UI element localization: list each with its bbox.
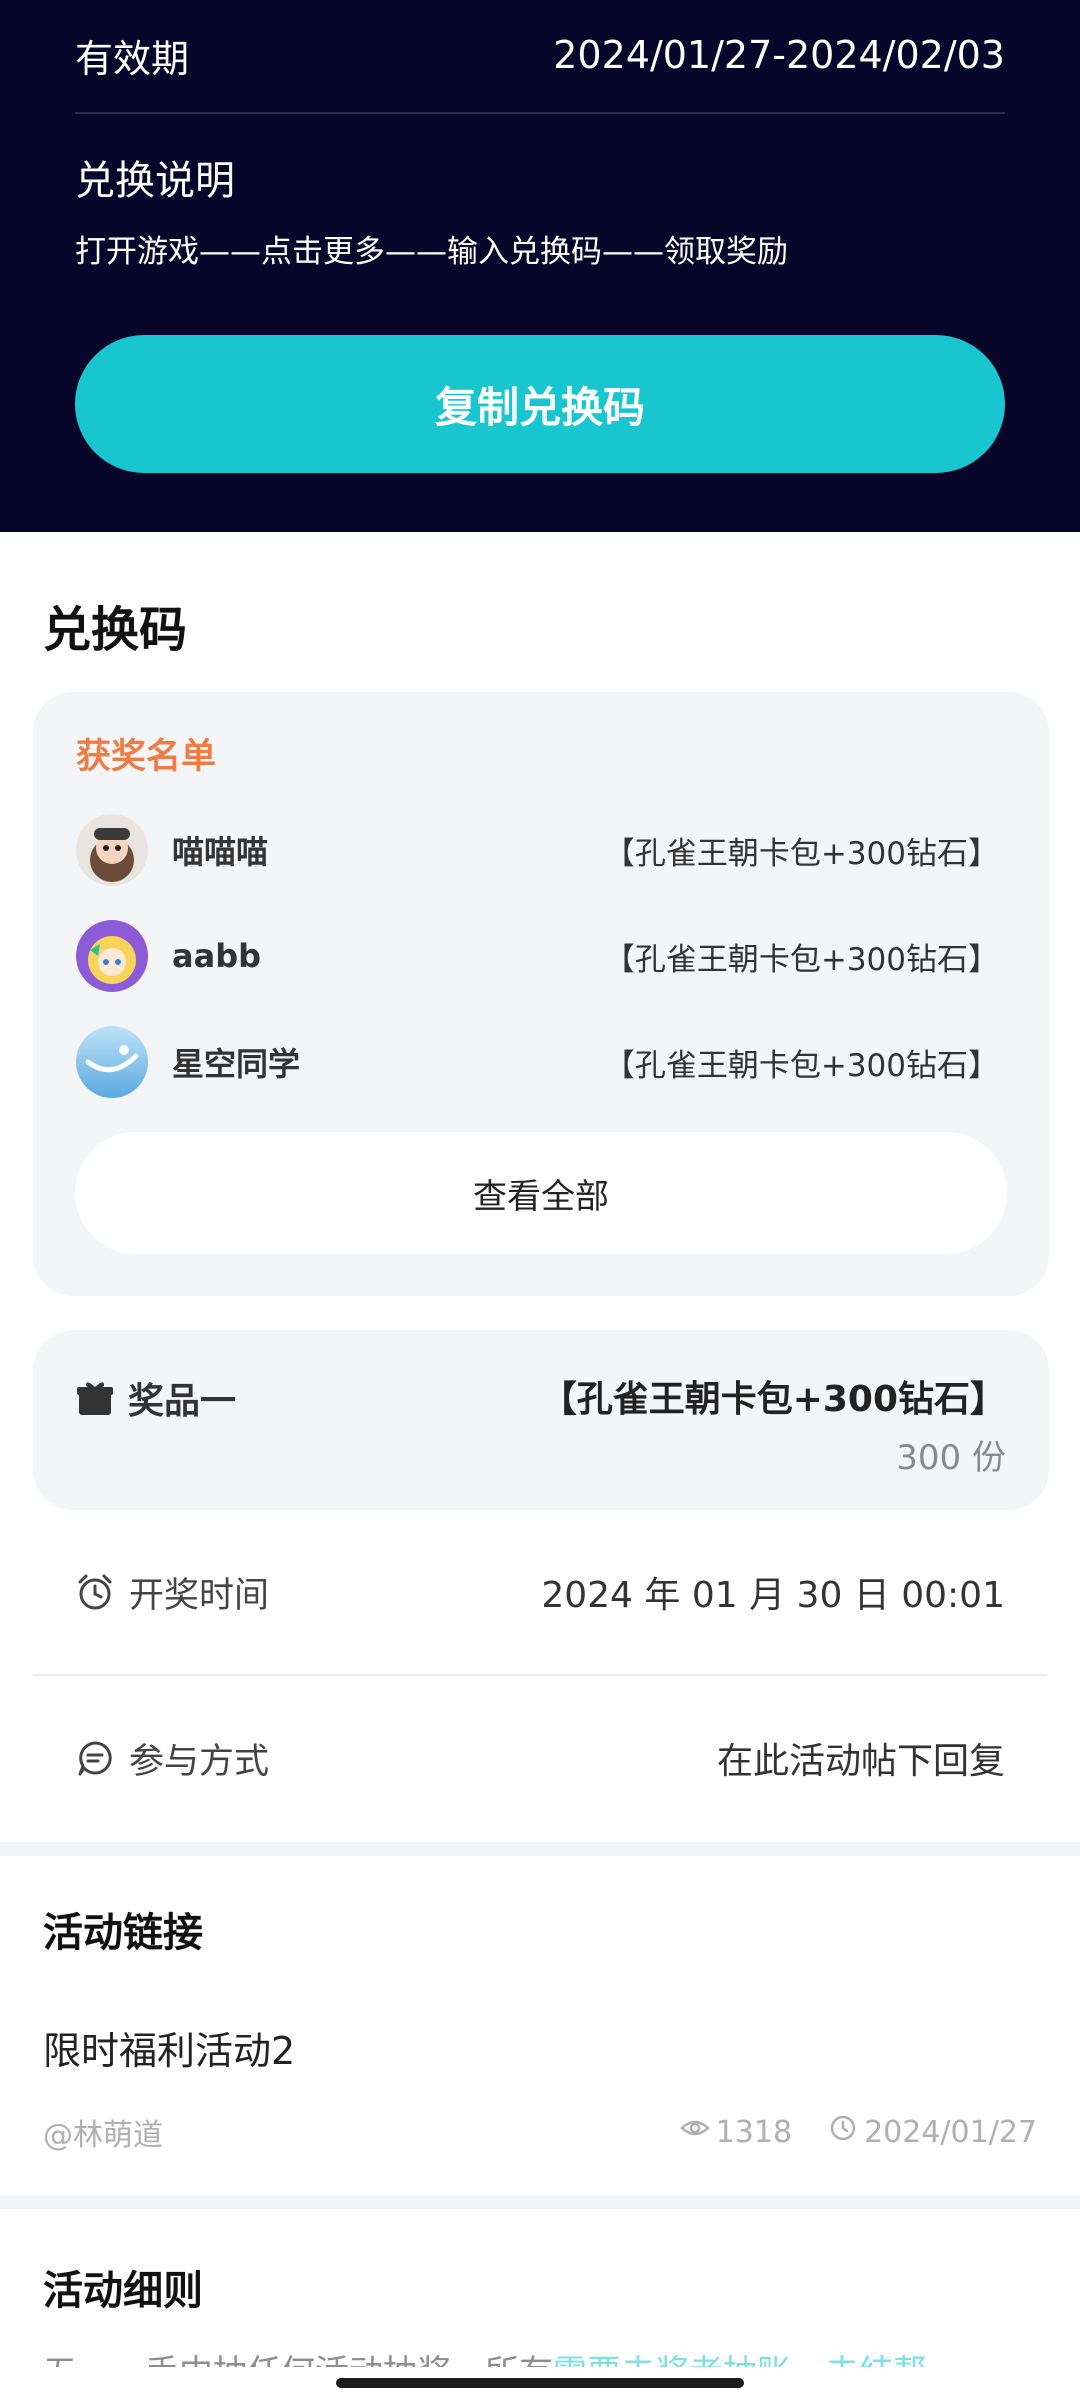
activity-link-title: 活动链接	[43, 1910, 203, 1956]
winner-row: 星空同学 【孔雀王朝卡包+300钻石】	[76, 1022, 999, 1102]
validity-value: 2024/01/27-2024/02/03	[553, 33, 1005, 77]
prize-quantity: 300 份	[896, 1438, 1006, 1478]
views-stat: 1318	[679, 2113, 793, 2151]
header-divider	[75, 112, 1005, 114]
redeem-instructions-title: 兑换说明	[75, 158, 235, 204]
prize-label-group: 奖品一	[76, 1372, 236, 1424]
winner-row: aabb 【孔雀王朝卡包+300钻石】	[76, 916, 999, 996]
post-author[interactable]: @林萌道	[43, 2110, 163, 2154]
draw-time-label-group: 开奖时间	[75, 1567, 269, 1618]
winner-name: 星空同学	[172, 1045, 301, 1083]
winners-label: 获奖名单	[76, 737, 217, 777]
redeem-instructions-text: 打开游戏——点击更多——输入兑换码——领取奖励	[75, 234, 788, 270]
draw-time-label: 开奖时间	[129, 1575, 270, 1616]
avatar[interactable]	[76, 1026, 148, 1098]
validity-row: 有效期 2024/01/27-2024/02/03	[75, 20, 1005, 90]
validity-label: 有效期	[75, 36, 190, 81]
redeem-header: 有效期 2024/01/27-2024/02/03 兑换说明 打开游戏——点击更…	[0, 0, 1080, 532]
winner-name: 喵喵喵	[172, 833, 269, 871]
post-stats: 1318 2024/01/27	[679, 2113, 1037, 2151]
section-separator	[0, 1842, 1080, 1856]
winner-name: aabb	[172, 937, 261, 975]
gift-icon	[76, 1379, 114, 1417]
activity-post-title[interactable]: 限时福利活动2	[43, 2020, 295, 2075]
participation-label-group: 参与方式	[75, 1733, 269, 1784]
avatar[interactable]	[76, 814, 148, 886]
chat-bubble-icon	[75, 1738, 115, 1778]
rules-snippet-highlight: 需要去奖者抽账，去结帮	[553, 2353, 927, 2367]
participation-row: 参与方式 在此活动帖下回复	[75, 1718, 1005, 1798]
view-all-button[interactable]: 查看全部	[75, 1132, 1007, 1254]
avatar[interactable]	[76, 920, 148, 992]
prize-name: 【孔雀王朝卡包+300钻石】	[540, 1379, 1006, 1420]
views-count: 1318	[715, 2114, 793, 2150]
winner-prize: 【孔雀王朝卡包+300钻石】	[603, 941, 999, 978]
prize-label: 奖品一	[128, 1381, 237, 1422]
participation-label: 参与方式	[129, 1741, 270, 1782]
date-stat: 2024/01/27	[828, 2113, 1037, 2151]
clock-icon	[828, 2113, 858, 2151]
section-separator	[0, 2195, 1080, 2209]
eye-icon	[679, 2113, 710, 2151]
divider	[33, 1674, 1047, 1676]
activity-rules-title: 活动细则	[43, 2268, 203, 2314]
alarm-clock-icon	[75, 1572, 115, 1612]
winner-prize: 【孔雀王朝卡包+300钻石】	[603, 835, 999, 872]
copy-code-button[interactable]: 复制兑换码	[75, 335, 1005, 473]
winners-card: 获奖名单 喵喵喵 【孔雀王朝卡包+300钻石】 aabb 【孔雀王朝卡包+300…	[33, 692, 1049, 1296]
rules-snippet: 五、一手中抽任何活动抽奖，所有需要去奖者抽账，去结帮	[43, 2345, 1043, 2367]
winner-row: 喵喵喵 【孔雀王朝卡包+300钻石】	[76, 810, 999, 890]
draw-time-row: 开奖时间 2024 年 01 月 30 日 00:01	[75, 1552, 1005, 1632]
winner-prize: 【孔雀王朝卡包+300钻石】	[603, 1047, 999, 1084]
participation-value: 在此活动帖下回复	[716, 1741, 1005, 1782]
post-date: 2024/01/27	[864, 2114, 1037, 2150]
draw-time-value: 2024 年 01 月 30 日 00:01	[541, 1575, 1005, 1616]
home-indicator[interactable]	[336, 2378, 744, 2388]
activity-post-meta: @林萌道 1318 2024/01/27	[43, 2110, 1037, 2154]
prize-card: 奖品一 【孔雀王朝卡包+300钻石】 300 份	[33, 1330, 1049, 1510]
rules-snippet-text: 五、一手中抽任何活动抽奖，所有	[43, 2353, 553, 2367]
code-section-title: 兑换码	[43, 602, 188, 658]
